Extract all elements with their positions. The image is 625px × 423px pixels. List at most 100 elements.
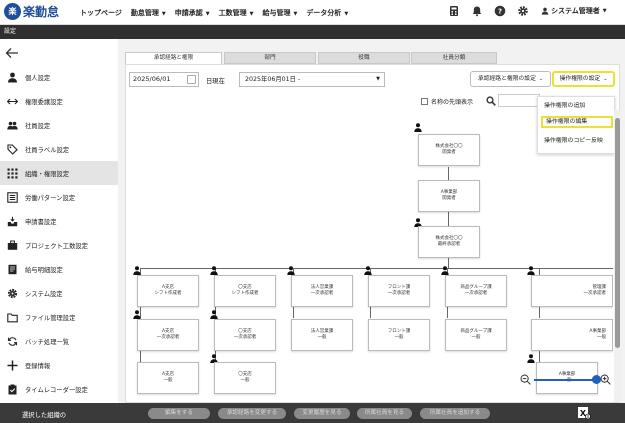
bell-icon[interactable] xyxy=(471,5,483,17)
add-members-button[interactable]: 所属社員を追加する xyxy=(420,408,490,419)
svg-text:?: ? xyxy=(498,8,502,16)
zoom-in-icon[interactable] xyxy=(600,374,611,385)
chevron-down-icon: ⌄ xyxy=(603,76,608,82)
view-members-button[interactable]: 所属社員を見る xyxy=(357,408,412,419)
sidebar-item-work-pattern[interactable]: 労働パターン設定 xyxy=(0,185,118,209)
sidebar-item-delegation[interactable]: 権限委譲設定 xyxy=(0,89,118,113)
sidebar-item-label: 社員設定 xyxy=(25,122,51,130)
sidebar-item-system[interactable]: システム設定 xyxy=(0,281,118,305)
org-node-root[interactable]: 株式会社〇〇 開発者 xyxy=(418,134,480,166)
org-node[interactable]: 法人営業課 一般 xyxy=(291,319,353,351)
person-icon xyxy=(210,266,218,275)
main-nav: トップページ 勤怠管理 ▼ 申請承認 ▼ 工数管理 ▼ 給与管理 ▼ データ分析 ▼ xyxy=(72,0,348,25)
change-route-button[interactable]: 承認経路を変更する xyxy=(218,408,286,419)
calculator-icon[interactable] xyxy=(448,5,460,17)
show-head-label-toggle[interactable]: 名称の先頭表示 xyxy=(421,97,473,106)
date-input[interactable]: 2025/06/01 xyxy=(129,72,199,87)
node-name: 〇支店 xyxy=(238,285,252,290)
org-node[interactable]: フロント課 一次承認者 xyxy=(368,275,430,307)
menu-item-add-permission[interactable]: 操作権限の追加 xyxy=(541,100,585,112)
selected-org-label: 選択した組織の xyxy=(22,412,67,419)
back-arrow-icon[interactable] xyxy=(5,47,19,59)
scrollbar-thumb[interactable] xyxy=(615,118,620,348)
sidebar-item-payslip[interactable]: 給与明細設定 xyxy=(0,257,118,281)
sidebar-item-employee-label[interactable]: 社員ラベル設定 xyxy=(0,137,118,161)
org-node[interactable]: 管理課 一次承認者 xyxy=(531,275,613,307)
sidebar-item-time-recorder[interactable]: タイムレコーダー設定 xyxy=(0,377,118,401)
org-node[interactable]: 商品グループ課 一次承認者 xyxy=(445,275,507,307)
help-icon[interactable]: ? xyxy=(494,5,506,17)
nav-top-page[interactable]: トップページ xyxy=(80,8,122,18)
org-node[interactable]: A支店 一般 xyxy=(137,362,199,394)
nav-workhours[interactable]: 工数管理 ▼ xyxy=(219,8,254,18)
timecard-icon xyxy=(6,383,18,395)
nav-label: 工数管理 xyxy=(218,8,247,17)
org-node[interactable]: 〇支店 一般 xyxy=(214,362,276,394)
nav-payroll[interactable]: 給与管理 ▼ xyxy=(262,8,297,18)
nav-approval[interactable]: 申請承認 ▼ xyxy=(175,8,210,18)
operation-permission-button[interactable]: 操作権限の設定 ⌄ xyxy=(552,71,615,87)
node-role: 一次承認者 xyxy=(233,335,257,340)
zoom-slider[interactable] xyxy=(534,379,596,381)
org-node[interactable]: フロント課 一般 xyxy=(368,319,430,351)
permission-dropdown-menu: 操作権限の追加 操作権限の編集 操作権限のコピー反映 xyxy=(537,96,615,154)
sidebar-item-project-hours[interactable]: プロジェクト工数設定 xyxy=(0,233,118,257)
vertical-scrollbar[interactable] xyxy=(614,110,621,402)
node-role: 一般 xyxy=(163,378,173,383)
tab-position[interactable]: 役職 xyxy=(318,52,410,64)
chevron-down-icon: ▼ xyxy=(344,10,349,17)
change-history-button[interactable]: 変更履歴を見る xyxy=(294,408,350,419)
sidebar-item-registration[interactable]: 登録情報 xyxy=(0,353,118,377)
sidebar-item-employee[interactable]: 社員設定 xyxy=(0,113,118,137)
node-role: 一般 xyxy=(240,378,250,383)
sidebar-item-application[interactable]: 申請書設定 xyxy=(0,209,118,233)
org-node[interactable]: 〇支店 シフト作成者 xyxy=(214,275,276,307)
org-node[interactable]: A事業部一般 xyxy=(531,319,613,351)
search-icon[interactable] xyxy=(486,96,496,106)
node-name: 〇支店 xyxy=(238,372,252,377)
org-node[interactable]: 商品グループ課 一般 xyxy=(445,319,507,351)
sidebar-item-label: ファイル管理設定 xyxy=(25,314,76,322)
tab-employee-class[interactable]: 社員分類 xyxy=(411,52,497,64)
org-node[interactable]: A支店 シフト作成者 xyxy=(137,275,199,307)
sidebar-item-file-management[interactable]: ファイル管理設定 xyxy=(0,305,118,329)
menu-item-edit-permission[interactable]: 操作権限の編集 xyxy=(541,116,613,128)
nav-analytics[interactable]: データ分析 ▼ xyxy=(306,8,348,18)
person-icon xyxy=(210,310,218,319)
user-icon xyxy=(541,7,549,15)
node-name: A支店 xyxy=(161,372,175,377)
tab-department[interactable]: 部門 xyxy=(224,52,316,64)
checkbox[interactable] xyxy=(421,98,428,105)
tab-approval-route[interactable]: 承認経路と権限 xyxy=(125,52,222,64)
sidebar-item-label: システム設定 xyxy=(25,290,63,298)
gear-icon[interactable] xyxy=(517,5,529,17)
sidebar-item-batch[interactable]: バッチ処理一覧 xyxy=(0,329,118,353)
org-node-final-approver[interactable]: 株式会社〇〇 最終承認者 xyxy=(418,226,480,258)
sync-icon xyxy=(6,335,18,347)
approval-route-settings-button[interactable]: 承認経路と権限の設定 ⌄ xyxy=(470,71,551,87)
search-input[interactable] xyxy=(498,94,540,107)
nav-attendance[interactable]: 勤怠管理 ▼ xyxy=(131,8,166,18)
button-label: 承認経路と権限の設定 xyxy=(477,76,536,82)
sidebar-item-org-permission[interactable]: 組織・権限設定 xyxy=(0,161,118,185)
excel-export-icon[interactable]: X xyxy=(577,404,591,420)
menu-item-copy-permission[interactable]: 操作権限のコピー反映 xyxy=(541,135,603,147)
sidebar-item-personal[interactable]: 個人設定 xyxy=(0,65,118,89)
person-icon xyxy=(364,266,372,275)
org-node[interactable]: 法人営業課 一次承認者 xyxy=(291,275,353,307)
chevron-down-icon: ▼ xyxy=(205,10,210,17)
edit-button[interactable]: 編集をする xyxy=(148,408,210,419)
org-node[interactable]: 〇支店 一次承認者 xyxy=(214,319,276,351)
gear-icon xyxy=(6,287,18,299)
app-logo[interactable]: 楽 楽勤怠 xyxy=(4,3,59,20)
zoom-out-icon[interactable] xyxy=(520,374,531,385)
period-select[interactable]: 2025年06月01日 - ▼ xyxy=(239,72,385,87)
node-name: フロント課 xyxy=(387,329,411,334)
user-menu[interactable]: システム管理者 ▼ xyxy=(541,6,607,16)
node-name: A事業部 xyxy=(440,190,458,195)
calendar-icon[interactable] xyxy=(187,75,196,84)
node-role: 一般 xyxy=(597,335,606,340)
org-node[interactable]: A支店 一次承認者 xyxy=(137,319,199,351)
org-node-division[interactable]: A事業部 開発者 xyxy=(418,180,480,212)
sidebar-item-label: 組織・権限設定 xyxy=(25,170,70,178)
